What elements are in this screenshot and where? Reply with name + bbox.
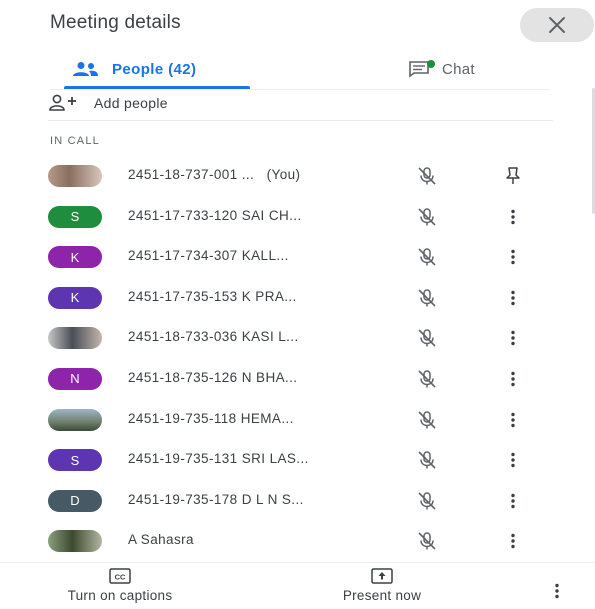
avatar: K [48,246,102,269]
participant-row[interactable]: K 2451-17-734-307 KALL... [0,237,595,278]
tab-bar: People (42) Chat [50,50,550,90]
svg-text:CC: CC [115,573,126,582]
participant-more-button[interactable] [502,530,524,552]
captions-button[interactable]: CC Turn on captions [34,568,206,603]
participant-row[interactable]: S 2451-17-733-120 SAI CH... [0,197,595,238]
present-button[interactable]: Present now [316,568,448,603]
captions-label: Turn on captions [67,588,173,603]
participant-row[interactable]: S 2451-19-735-131 SRI LAS... [0,440,595,481]
participant-more-button[interactable] [502,409,524,431]
participant-row[interactable]: 2451-18-733-036 KASI L... [0,318,595,359]
add-person-icon [49,94,76,111]
participant-more-button[interactable] [502,368,524,390]
mute-status-button[interactable] [416,287,438,309]
participant-more-button[interactable] [502,449,524,471]
participant-row[interactable]: K 2451-17-735-153 K PRA... [0,278,595,319]
participant-name: 2451-18-733-036 KASI L... [128,329,299,345]
participant-name: 2451-19-735-118 HEMA... [128,410,294,426]
more-options-button[interactable] [548,580,566,602]
more-vert-icon [511,290,515,305]
add-people-label: Add people [94,95,168,111]
avatar: K [48,286,102,309]
closed-caption-icon: CC [109,568,131,584]
mute-status-button[interactable] [416,206,438,228]
present-screen-icon [371,568,393,584]
more-vert-icon [511,493,515,508]
tab-chat-label: Chat [442,60,475,78]
mic-off-icon [418,370,436,388]
participant-name: 2451-17-734-307 KALL... [128,248,289,264]
mic-off-icon [418,410,436,429]
bottom-toolbar: CC Turn on captions Present now [0,562,595,609]
mute-status-button[interactable] [416,368,438,390]
close-button[interactable] [520,8,594,42]
mute-status-button[interactable] [416,246,438,268]
participant-name: 2451-17-733-120 SAI CH... [128,207,302,223]
present-label: Present now [342,588,422,603]
mic-off-icon [418,207,436,226]
more-vert-icon [511,412,515,427]
more-vert-icon [511,249,515,265]
participant-name: 2451-19-735-178 D L N S... [128,491,304,507]
avatar [48,165,102,187]
more-vert-icon [555,583,559,599]
mute-status-button[interactable] [416,165,438,187]
mic-off-icon [418,167,436,185]
more-vert-icon [511,209,515,224]
in-call-heading: IN CALL [50,135,100,147]
avatar: D [48,489,102,512]
mic-off-icon [418,329,436,347]
mute-status-button[interactable] [416,409,438,431]
participant-more-button[interactable] [502,287,524,309]
avatar: S [48,205,102,228]
tab-chat[interactable]: Chat [408,50,475,88]
participant-row[interactable]: A Sahasra [0,521,595,562]
more-vert-icon [511,331,515,346]
pin-icon [506,167,520,184]
close-icon [549,17,565,33]
mute-status-button[interactable] [416,490,438,512]
bottom-divider [0,562,595,563]
mute-status-button[interactable] [416,530,438,552]
participant-row[interactable]: N 2451-18-735-126 N BHA... [0,359,595,400]
mic-off-icon [418,248,436,266]
participant-row[interactable]: 2451-19-735-118 HEMA... [0,400,595,441]
page-title: Meeting details [50,12,181,33]
participant-more-button[interactable] [502,490,524,512]
avatar: S [48,449,102,472]
mute-status-button[interactable] [416,449,438,471]
mic-off-icon [418,451,436,469]
tabs-divider [50,89,550,90]
avatar [48,327,102,350]
participant-name: 2451-18-737-001 ... (You) [128,167,301,182]
mute-status-button[interactable] [416,327,438,349]
participant-more-button[interactable] [502,246,524,268]
participant-name: 2451-19-735-131 SRI LAS... [128,451,309,467]
divider [48,120,553,121]
participant-list: 2451-18-737-001 ... (You) S 2451-17-733-12… [0,156,595,562]
chat-icon [409,60,435,78]
participant-name: 2451-17-735-153 K PRA... [128,288,297,304]
mic-off-icon [418,289,436,307]
mic-off-icon [418,532,436,550]
participant-row[interactable]: D 2451-19-735-178 D L N S... [0,481,595,522]
avatar: N [48,367,102,390]
participant-row[interactable]: 2451-18-737-001 ... (You) [0,156,595,197]
avatar [48,408,102,431]
add-people-button[interactable]: Add people [48,92,168,114]
participant-more-button[interactable] [502,206,524,228]
participant-name: A Sahasra [128,532,194,548]
more-vert-icon [511,371,515,387]
tab-people[interactable]: People (42) [70,50,196,88]
people-icon [73,62,98,76]
more-vert-icon [511,452,515,468]
participant-more-button[interactable] [502,327,524,349]
tab-people-label: People (42) [112,60,197,78]
participant-name: 2451-18-735-126 N BHA... [128,369,298,385]
more-vert-icon [511,534,515,549]
mic-off-icon [418,492,436,510]
avatar [48,530,102,553]
pin-button[interactable] [502,165,524,187]
